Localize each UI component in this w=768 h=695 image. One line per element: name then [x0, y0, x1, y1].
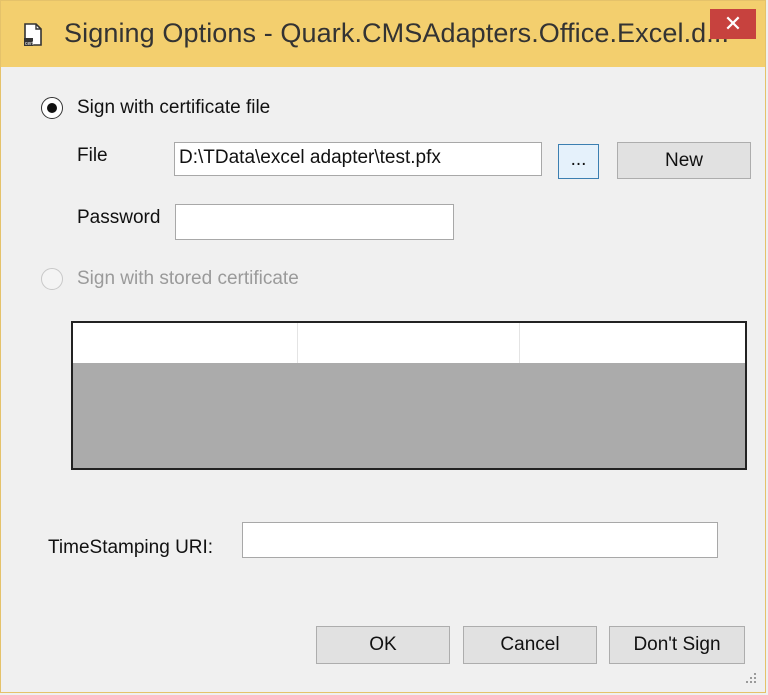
svg-text:cert: cert	[25, 41, 34, 47]
password-input[interactable]	[175, 204, 454, 240]
new-certificate-button[interactable]: New	[617, 142, 751, 179]
sign-with-file-label[interactable]: Sign with certificate file	[77, 97, 270, 119]
timestamping-uri-label: TimeStamping URI:	[48, 537, 214, 558]
grid-column-header[interactable]	[520, 323, 745, 363]
file-path-input[interactable]: D:\TData\excel adapter\test.pfx	[174, 142, 542, 176]
ok-button[interactable]: OK	[316, 626, 450, 664]
cancel-button[interactable]: Cancel	[463, 626, 597, 664]
dont-sign-button[interactable]: Don't Sign	[609, 626, 745, 664]
sign-with-stored-radio[interactable]	[41, 268, 63, 290]
password-label: Password	[77, 207, 161, 228]
radio-selected-dot	[47, 103, 57, 113]
close-button[interactable]: ✕	[710, 9, 756, 39]
title-bar[interactable]: cert Signing Options - Quark.CMSAdapters…	[1, 1, 765, 67]
grid-header	[73, 323, 745, 363]
document-certificate-icon: cert	[24, 23, 42, 47]
timestamping-uri-input[interactable]	[242, 522, 718, 558]
window-title: Signing Options - Quark.CMSAdapters.Offi…	[64, 18, 730, 48]
browse-button[interactable]: ...	[558, 144, 599, 179]
grid-column-header[interactable]	[298, 323, 520, 363]
sign-with-stored-label[interactable]: Sign with stored certificate	[77, 268, 299, 290]
certificate-grid[interactable]	[71, 321, 747, 470]
dialog-body: Sign with certificate file File D:\TData…	[11, 67, 759, 686]
sign-with-file-radio[interactable]	[41, 97, 63, 119]
grid-column-header[interactable]	[73, 323, 298, 363]
resize-grip-icon[interactable]	[745, 672, 757, 684]
file-label: File	[77, 145, 108, 166]
signing-options-window: cert Signing Options - Quark.CMSAdapters…	[0, 0, 766, 693]
